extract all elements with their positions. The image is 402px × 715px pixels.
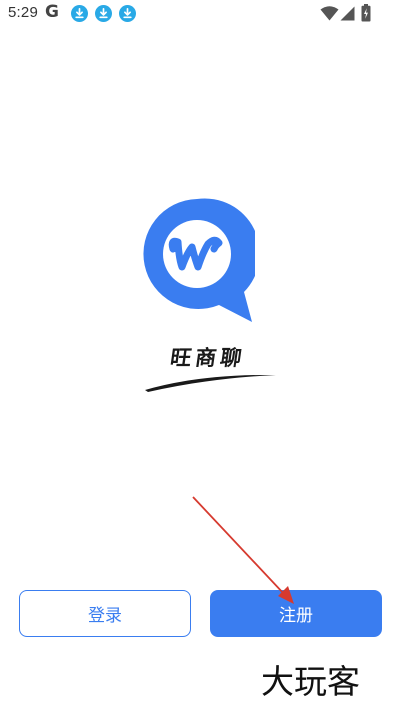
watermark-logo: 大玩客 bbox=[261, 662, 360, 701]
battery-icon bbox=[361, 4, 371, 22]
login-button[interactable]: 登录 bbox=[19, 590, 191, 637]
status-bar: 5:29 G bbox=[0, 0, 402, 28]
signal-icon bbox=[340, 6, 355, 21]
google-icon: G bbox=[45, 2, 59, 22]
brush-stroke-decoration bbox=[145, 374, 276, 392]
status-time: 5:29 bbox=[8, 4, 38, 21]
welcome-screen: 5:29 G 旺商聊 登录 注册 大玩客 bbox=[0, 0, 402, 715]
download-icon bbox=[95, 5, 112, 22]
app-logo bbox=[143, 198, 255, 322]
wifi-icon bbox=[320, 6, 339, 21]
register-button[interactable]: 注册 bbox=[210, 590, 382, 637]
download-icon bbox=[119, 5, 136, 22]
download-icon bbox=[71, 5, 88, 22]
